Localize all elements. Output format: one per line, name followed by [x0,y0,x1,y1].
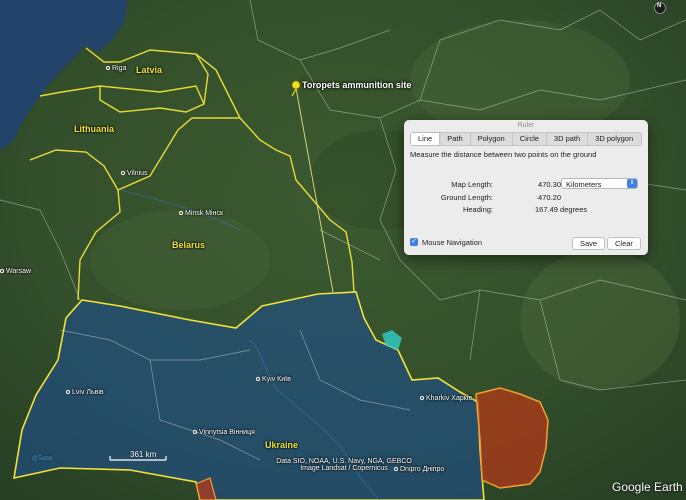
city-label-kharkiv: Kharkiv Харків [420,395,472,402]
placemark-label[interactable]: Toropets ammunition site [302,80,411,90]
map-length-row: Map Length: 470.30 Kilometers ⇕ [404,178,648,191]
city-label-lviv: Lviv Львів [66,389,104,396]
ruler-footer: ✓ Mouse Navigation Save Clear [410,237,642,250]
tab-circle[interactable]: Circle [513,133,547,145]
map-length-label: Map Length: [451,180,493,189]
occupied-overlay [475,387,549,489]
tab-3d-polygon[interactable]: 3D polygon [588,133,640,145]
heading-row: Heading: 167.49 degrees [404,204,648,216]
city-label-warsaw: Warsaw [0,268,31,275]
country-label-latvia: Latvia [136,65,163,75]
credit-line-data: Data SIO, NOAA, U.S. Navy, NGA, GEBCO [276,458,412,465]
ruler-description: Measure the distance between two points … [410,150,597,159]
city-dot-icon [106,66,110,71]
tab-polygon[interactable]: Polygon [471,133,513,145]
mouse-navigation-label[interactable]: Mouse Navigation [422,237,482,248]
map-length-value: 470.30 [538,180,561,189]
country-label-ukraine: Ukraine [265,440,299,450]
city-dot-icon [256,377,260,382]
ground-length-row: Ground Length: 470.20 [404,192,648,204]
heading-label: Heading: [462,205,493,214]
tab-path[interactable]: Path [440,133,471,145]
tab-3d-path[interactable]: 3D path [547,133,589,145]
heading-value: 167.49 degrees [535,205,588,214]
city-dot-icon [179,211,183,216]
city-label-kyiv: Kyiv Київ [256,376,291,383]
city-dot-icon [420,396,424,401]
google-earth-watermark: Google Earth [612,480,683,494]
city-label-vinnytsia: Vinnytsia Вінниця [193,429,255,436]
city-label-minsk: Minsk Мінск [179,210,223,217]
city-label-riga: Riga [106,65,126,72]
compass-north-label[interactable]: N [657,3,661,9]
mouse-navigation-checkbox[interactable]: ✓ [410,238,418,246]
scale-label: 361 km [130,450,157,459]
ruler-title: Ruler [517,122,535,129]
clear-button[interactable]: Clear [607,237,641,250]
chevron-updown-icon: ⇕ [627,179,637,188]
city-dot-icon [193,430,197,435]
credit-line-image: Image Landsat / Copernicus [300,465,388,472]
country-label-lithuania: Lithuania [74,124,114,134]
city-dot-icon [0,269,4,274]
city-label-vilnius: Vilnius [121,170,148,177]
ruler-dialog: Ruler Line Path Polygon Circle 3D path 3… [404,120,648,255]
imagery-credits: Data SIO, NOAA, U.S. Navy, NGA, GEBCO Im… [264,458,424,472]
ground-length-value: 470.20 [538,193,561,202]
author-handle: @Tedor [32,456,54,462]
city-dot-icon [66,390,70,395]
city-dot-icon [121,171,125,176]
country-label-belarus: Belarus [172,240,206,250]
tab-line[interactable]: Line [411,133,441,145]
save-button[interactable]: Save [572,237,606,250]
unit-select-value: Kilometers [566,180,602,189]
unit-select[interactable]: Kilometers ⇕ [561,178,638,189]
ruler-tabs: Line Path Polygon Circle 3D path 3D poly… [410,132,642,146]
ground-length-label: Ground Length: [440,193,493,202]
